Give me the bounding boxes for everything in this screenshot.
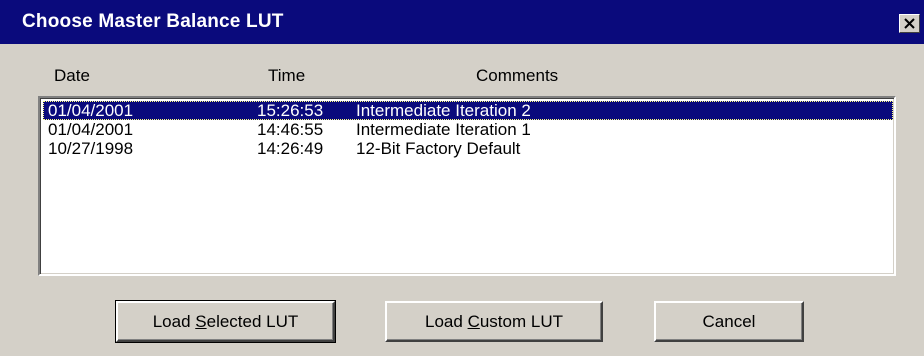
choose-master-balance-lut-dialog: Choose Master Balance LUT Date Time Comm…: [0, 0, 924, 356]
list-item-time: 14:46:55: [257, 120, 324, 139]
column-header-time: Time: [268, 66, 306, 85]
cancel-button[interactable]: Cancel: [654, 301, 804, 342]
load-custom-label-after: ustom LUT: [479, 311, 563, 331]
list-item-date: 01/04/2001: [48, 120, 134, 139]
load-selected-label-after: elected LUT: [206, 311, 299, 331]
list-item-comment: Intermediate Iteration 1: [356, 120, 531, 139]
load-custom-lut-button[interactable]: Load Custom LUT: [385, 301, 603, 342]
load-custom-mnemonic: C: [467, 311, 480, 331]
column-header-date: Date: [54, 66, 90, 85]
lut-listbox[interactable]: 01/04/2001 15:26:53 Intermediate Iterati…: [38, 96, 896, 276]
close-icon: [904, 18, 915, 29]
list-item-date: 10/27/1998: [48, 139, 134, 158]
close-button[interactable]: [899, 14, 920, 33]
list-item-time: 14:26:49: [257, 139, 324, 158]
load-custom-label-before: Load: [425, 311, 468, 331]
load-selected-label-before: Load: [152, 311, 196, 331]
list-item-date: 01/04/2001: [48, 101, 134, 120]
load-selected-lut-button[interactable]: Load Selected LUT: [115, 300, 336, 343]
list-item[interactable]: 01/04/2001 14:46:55 Intermediate Iterati…: [43, 120, 893, 139]
list-item[interactable]: 01/04/2001 15:26:53 Intermediate Iterati…: [43, 101, 893, 120]
list-item-comment: 12-Bit Factory Default: [356, 139, 521, 158]
title-bar[interactable]: Choose Master Balance LUT: [0, 0, 924, 44]
list-item-comment: Intermediate Iteration 2: [356, 101, 531, 120]
list-item-time: 15:26:53: [257, 101, 324, 120]
window-title: Choose Master Balance LUT: [22, 11, 284, 32]
list-item[interactable]: 10/27/1998 14:26:49 12-Bit Factory Defau…: [43, 139, 893, 158]
column-header-comments: Comments: [476, 66, 559, 85]
cancel-label: Cancel: [702, 311, 756, 331]
load-selected-mnemonic: S: [195, 311, 207, 331]
